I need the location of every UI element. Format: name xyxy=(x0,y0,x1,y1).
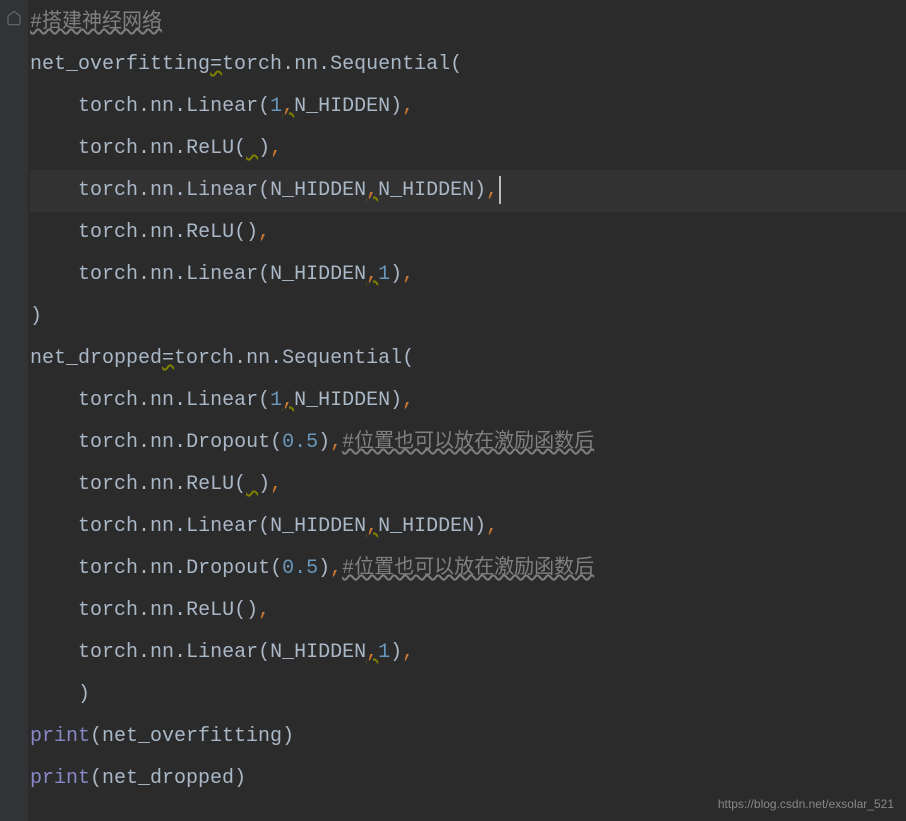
comment: #位置也可以放在激励函数后 xyxy=(342,557,594,580)
code-line-4[interactable]: torch.nn.ReLU( ), xyxy=(30,128,906,170)
code-line-13[interactable]: torch.nn.Linear(N_HIDDEN,N_HIDDEN), xyxy=(30,506,906,548)
code-line-1[interactable]: #搭建神经网络 xyxy=(30,2,906,44)
code-line-15[interactable]: torch.nn.ReLU(), xyxy=(30,590,906,632)
comment: #搭建神经网络 xyxy=(30,11,162,34)
code-line-14[interactable]: torch.nn.Dropout(0.5),#位置也可以放在激励函数后 xyxy=(30,548,906,590)
code-line-8[interactable]: ) xyxy=(30,296,906,338)
gutter-home-icon xyxy=(6,10,22,26)
editor-gutter xyxy=(0,0,28,821)
code-line-11[interactable]: torch.nn.Dropout(0.5),#位置也可以放在激励函数后 xyxy=(30,422,906,464)
text-cursor xyxy=(499,176,501,204)
code-line-19[interactable]: print(net_dropped) xyxy=(30,758,906,800)
code-line-12[interactable]: torch.nn.ReLU( ), xyxy=(30,464,906,506)
code-line-7[interactable]: torch.nn.Linear(N_HIDDEN,1), xyxy=(30,254,906,296)
code-line-18[interactable]: print(net_overfitting) xyxy=(30,716,906,758)
code-line-2[interactable]: net_overfitting=torch.nn.Sequential( xyxy=(30,44,906,86)
code-line-9[interactable]: net_dropped=torch.nn.Sequential( xyxy=(30,338,906,380)
watermark-text: https://blog.csdn.net/exsolar_521 xyxy=(718,797,894,811)
code-line-3[interactable]: torch.nn.Linear(1,N_HIDDEN), xyxy=(30,86,906,128)
code-line-5-highlighted[interactable]: torch.nn.Linear(N_HIDDEN,N_HIDDEN), xyxy=(30,170,906,212)
code-line-16[interactable]: torch.nn.Linear(N_HIDDEN,1), xyxy=(30,632,906,674)
code-line-17[interactable]: ) xyxy=(30,674,906,716)
code-editor[interactable]: #搭建神经网络 net_overfitting=torch.nn.Sequent… xyxy=(0,0,906,800)
code-line-6[interactable]: torch.nn.ReLU(), xyxy=(30,212,906,254)
comment: #位置也可以放在激励函数后 xyxy=(342,431,594,454)
code-line-10[interactable]: torch.nn.Linear(1,N_HIDDEN), xyxy=(30,380,906,422)
